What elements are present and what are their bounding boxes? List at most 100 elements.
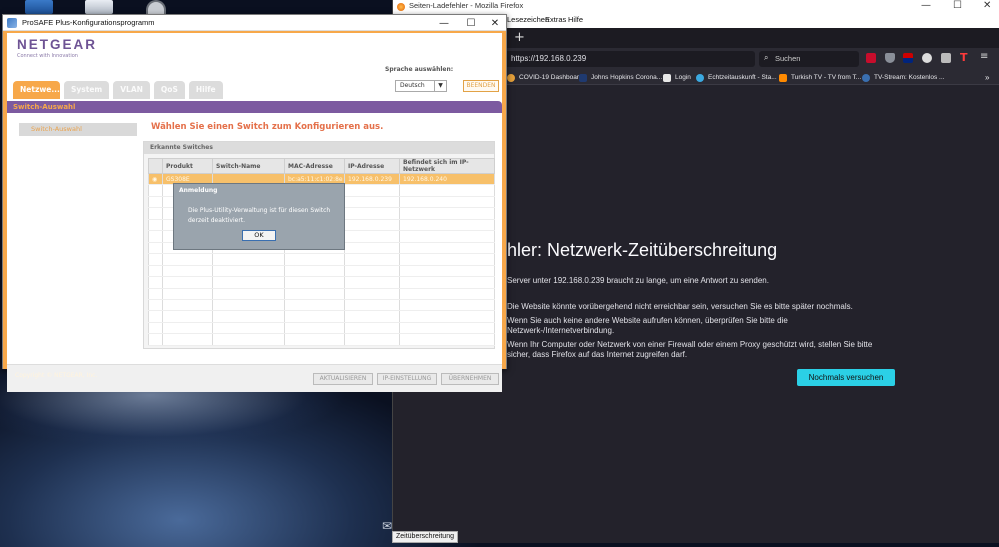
column-header: Produkt <box>162 158 213 174</box>
bookmark-covid-dashboard[interactable]: COVID-19 Dashboard <box>507 72 583 83</box>
dialog-title: Anmeldung <box>179 187 218 194</box>
language-value: Deutsch <box>400 82 425 89</box>
dialog-message-line: Die Plus-Utility-Verwaltung ist für dies… <box>188 207 331 214</box>
apply-button[interactable]: ÜBERNEHMEN <box>441 373 499 385</box>
retry-button[interactable]: Nochmals versuchen <box>797 369 895 386</box>
column-header <box>148 158 163 174</box>
flag-icon[interactable] <box>903 53 913 63</box>
table-cell: 192.168.0.239 <box>344 173 400 186</box>
error-title: hler: Netzwerk-Zeitüberschreitung <box>507 240 778 260</box>
search-input[interactable]: ⌕ Suchen <box>759 51 859 67</box>
bookmark-label: Turkish TV - TV from T... <box>791 74 862 81</box>
hamburger-menu-icon[interactable]: ≡ <box>980 51 988 62</box>
bookmark-favicon-icon <box>507 73 515 82</box>
tab-qos[interactable]: QoS <box>153 81 185 99</box>
minimize-icon[interactable]: — <box>432 15 456 31</box>
bookmark-turkish-tv[interactable]: Turkish TV - TV from T... <box>779 72 861 83</box>
maximize-icon[interactable]: ☐ <box>953 0 962 11</box>
bookmark-tv-stream[interactable]: TV-Stream: Kostenlos ... <box>862 72 944 83</box>
search-placeholder: Suchen <box>775 54 801 63</box>
bookmark-favicon-icon <box>696 73 704 82</box>
search-icon: ⌕ <box>764 53 769 62</box>
bookmark-favicon-icon <box>862 73 870 82</box>
dialog-message-line: derzeit deaktiviert. <box>188 217 246 224</box>
bookmarks-overflow-icon[interactable]: » <box>985 72 989 83</box>
ip-setting-button[interactable]: IP-EINSTELLUNG <box>377 373 437 385</box>
table-row <box>148 276 495 289</box>
sidebar-item-switch-auswahl[interactable]: Switch-Auswahl <box>19 123 137 136</box>
menu-extras[interactable]: Extras <box>545 15 566 24</box>
prosafe-app-icon <box>7 17 17 28</box>
desktop-file-icon[interactable] <box>85 0 113 14</box>
t-extension-icon[interactable]: T <box>960 51 968 64</box>
refresh-button[interactable]: AKTUALISIEREN <box>313 373 373 385</box>
maximize-icon[interactable]: ☐ <box>459 15 483 31</box>
desktop-app-icon[interactable] <box>146 0 166 14</box>
copyright-text: Copyright © NETGEAR, Inc. <box>15 372 98 379</box>
tab-vlan[interactable]: VLAN <box>113 81 150 99</box>
bookmark-label: Echtzeitauskunft - Sta... <box>708 74 777 81</box>
list-item: Wenn Ihr Computer oder Netzwerk von eine… <box>507 340 873 359</box>
desktop-shortcut-icon[interactable] <box>25 0 53 14</box>
error-suggestions: Die Website könnte vorübergehend nicht e… <box>507 302 887 364</box>
exit-button[interactable]: BEENDEN <box>463 80 499 92</box>
login-dialog: Anmeldung Die Plus-Utility-Verwaltung is… <box>173 183 345 250</box>
bookmark-favicon-icon <box>779 73 787 82</box>
table-row <box>148 310 495 323</box>
prosafe-window-title: ProSAFE Plus-Konfigurationsprogramm <box>22 18 155 27</box>
list-item: Die Website könnte vorübergehend nicht e… <box>507 302 853 311</box>
bookmark-login[interactable]: Login <box>663 72 691 83</box>
table-row <box>148 322 495 335</box>
column-header: MAC-Adresse <box>284 158 345 174</box>
shield-icon[interactable] <box>885 53 895 63</box>
list-item: Wenn Sie auch keine andere Website aufru… <box>507 316 788 335</box>
tab-netzwerk[interactable]: Netzwe... <box>13 81 60 99</box>
bookmark-label: Johns Hopkins Corona... <box>591 74 663 81</box>
menu-lesezeichen[interactable]: Lesezeichen <box>507 15 549 24</box>
status-text: Zeitüberschreitung <box>392 531 458 543</box>
adblock-icon[interactable] <box>866 53 876 63</box>
table-row <box>148 288 495 301</box>
close-icon[interactable]: ✕ <box>483 15 507 31</box>
tab-bar: Netzwe... System VLAN QoS Hilfe <box>13 81 223 99</box>
mail-icon[interactable]: ✉ <box>382 519 392 533</box>
language-label: Sprache auswählen: <box>385 66 454 73</box>
url-bar[interactable]: https://192.168.0.239 ☆ <box>501 51 855 67</box>
share-icon[interactable] <box>941 53 951 63</box>
new-tab-button[interactable]: + <box>514 30 525 45</box>
firefox-titlebar[interactable]: Seiten-Ladefehler - Mozilla Firefox — ☐ … <box>393 0 999 14</box>
pin-icon[interactable] <box>922 53 932 63</box>
bookmark-label: COVID-19 Dashboard <box>519 74 583 81</box>
firefox-window-title: Seiten-Ladefehler - Mozilla Firefox <box>409 1 524 10</box>
language-select[interactable]: Deutsch ▼ <box>395 80 447 92</box>
bookmark-favicon-icon <box>663 73 671 82</box>
bookmark-favicon-icon <box>579 73 587 82</box>
minimize-icon[interactable]: — <box>921 0 931 11</box>
tab-system[interactable]: System <box>64 81 110 99</box>
tab-hilfe[interactable]: Hilfe <box>188 81 223 99</box>
prosafe-window: ProSAFE Plus-Konfigurationsprogramm — ☐ … <box>2 14 507 392</box>
prosafe-titlebar[interactable]: ProSAFE Plus-Konfigurationsprogramm <box>3 15 506 31</box>
panel-title: Erkannte Switches <box>144 142 494 154</box>
section-title-bar: Switch-Auswahl <box>7 101 502 113</box>
dialog-message: Die Plus-Utility-Verwaltung ist für dies… <box>188 206 330 226</box>
bookmark-label: Login <box>675 74 691 81</box>
radio-button[interactable]: ◉ <box>148 173 163 186</box>
column-header: Befindet sich im IP-Netzwerk <box>399 158 495 174</box>
menu-hilfe[interactable]: Hilfe <box>568 15 583 24</box>
close-icon[interactable]: ✕ <box>983 0 991 11</box>
url-text: https://192.168.0.239 <box>511 54 587 63</box>
table-row <box>148 299 495 312</box>
ok-button[interactable]: OK <box>242 230 276 241</box>
bookmark-johns-hopkins[interactable]: Johns Hopkins Corona... <box>579 72 662 83</box>
netgear-logo: NETGEAR <box>17 37 98 52</box>
bookmark-label: TV-Stream: Kostenlos ... <box>874 74 945 81</box>
bookmark-echtzeitauskunft[interactable]: Echtzeitauskunft - Sta... <box>696 72 777 83</box>
section-title: Switch-Auswahl <box>13 103 76 111</box>
firefox-icon <box>397 3 405 11</box>
column-header: IP-Adresse <box>344 158 400 174</box>
error-description: Server unter 192.168.0.239 braucht zu la… <box>507 276 769 285</box>
table-row <box>148 333 495 346</box>
column-header: Switch-Name <box>212 158 285 174</box>
table-row <box>148 253 495 266</box>
